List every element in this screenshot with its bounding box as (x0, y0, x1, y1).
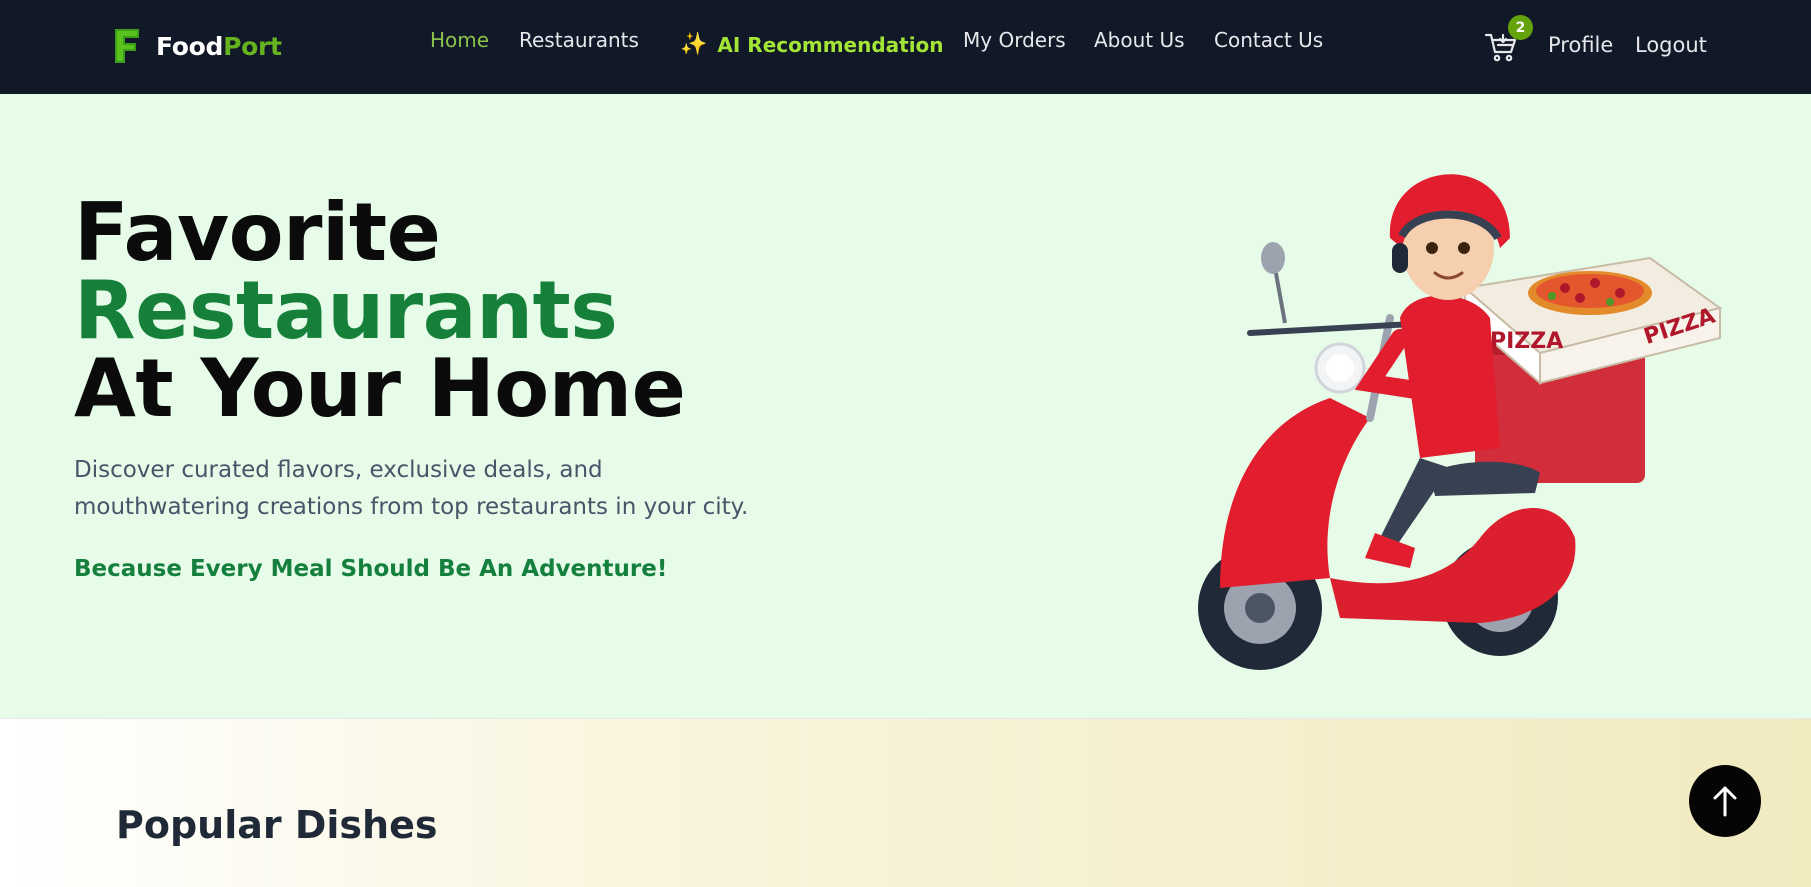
nav-about-us[interactable]: About Us (1094, 28, 1185, 52)
nav-ai-recommendation[interactable]: ✨ AI Recommendation (680, 32, 944, 57)
nav-contact-us[interactable]: Contact Us (1214, 28, 1323, 52)
nav-home[interactable]: Home (430, 28, 489, 52)
hero-tagline: Because Every Meal Should Be An Adventur… (74, 556, 668, 582)
hero-title-line3: At Your Home (74, 342, 686, 435)
nav-ai-label: AI Recommendation (717, 32, 944, 57)
nav-profile[interactable]: Profile (1548, 33, 1613, 57)
scroll-to-top-button[interactable] (1689, 765, 1761, 837)
brand-name-part1: Food (156, 31, 224, 61)
hero-title-line2: Restaurants (74, 264, 618, 357)
nav-my-orders[interactable]: My Orders (963, 28, 1066, 52)
sparkles-icon: ✨ (680, 32, 708, 57)
cart-count-badge: 2 (1508, 15, 1533, 40)
brand-name-part2: Port (223, 31, 282, 61)
delivery-scooter-illustration: PIZZA PIZZA (1180, 118, 1740, 678)
nav-logout[interactable]: Logout (1635, 33, 1707, 57)
brand-name: FoodPort (156, 32, 282, 61)
pizza-box-label: PIZZA (1490, 329, 1563, 354)
hero-section: Favorite Restaurants At Your Home Discov… (0, 94, 1811, 718)
popular-dishes-title: Popular Dishes (116, 803, 438, 847)
logo-f-icon (112, 26, 142, 66)
hero-title-line1: Favorite (74, 186, 441, 279)
brand-logo[interactable]: FoodPort (112, 26, 282, 66)
hero-description: Discover curated flavors, exclusive deal… (74, 457, 749, 520)
arrow-up-icon (1713, 786, 1737, 817)
nav-restaurants[interactable]: Restaurants (519, 28, 639, 52)
hero-title: Favorite Restaurants At Your Home (74, 186, 686, 435)
popular-dishes-section: Popular Dishes (0, 718, 1811, 887)
navbar: FoodPort Home Restaurants ✨ AI Recommend… (0, 0, 1811, 94)
